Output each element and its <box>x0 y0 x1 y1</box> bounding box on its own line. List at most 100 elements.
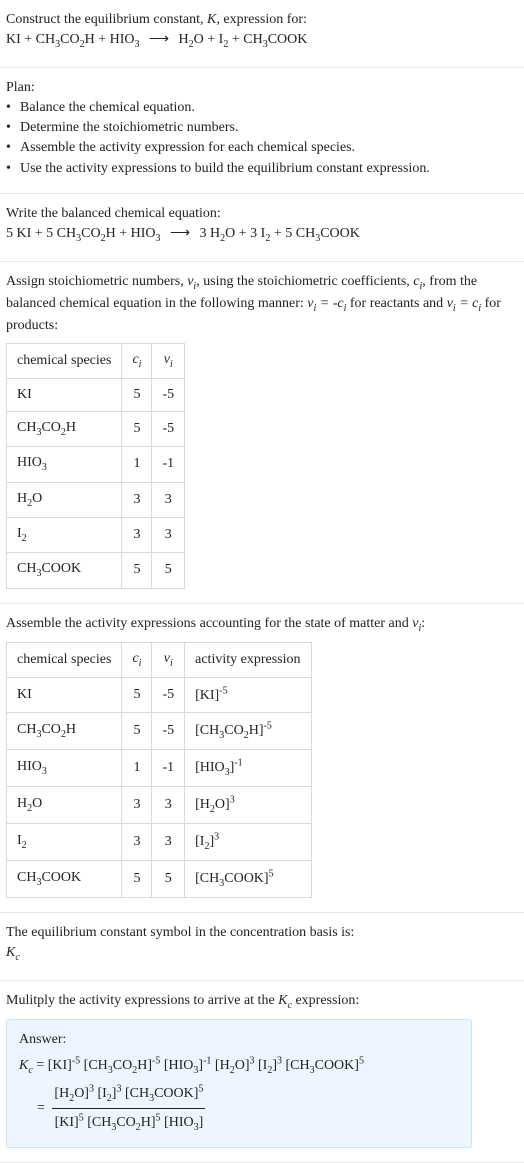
table-row: H2O33[H2O]3 <box>7 787 312 824</box>
cell-species: HIO3 <box>7 447 122 482</box>
cell-nu: 3 <box>152 824 185 861</box>
cell-species: CH3CO2H <box>7 713 122 750</box>
cell-species: H2O <box>7 482 122 517</box>
arrow-icon: ⟶ <box>143 32 175 47</box>
cell-species: CH3CO2H <box>7 412 122 447</box>
table-row: H2O33 <box>7 482 185 517</box>
plan-item-text: Determine the stoichiometric numbers. <box>20 118 239 138</box>
table-header-row: chemical species ci νi activity expressi… <box>7 642 312 677</box>
text: , expression for: <box>216 12 307 27</box>
eq-lhs: 5 KI + 5 CH3CO2H + HIO3 <box>6 226 160 241</box>
col-c: ci <box>122 642 152 677</box>
table-row: I233 <box>7 518 185 553</box>
text: : <box>421 616 425 631</box>
cell-species: CH3COOK <box>7 553 122 588</box>
table-row: CH3COOK55 <box>7 553 185 588</box>
cell-nu: -5 <box>152 378 185 411</box>
table-header-row: chemical species ci νi <box>7 343 185 378</box>
cell-species: KI <box>7 678 122 713</box>
construct-line: Construct the equilibrium constant, K, e… <box>6 10 518 30</box>
col-nu: νi <box>152 343 185 378</box>
cell-species: KI <box>7 378 122 411</box>
eq-rhs: H2O + I2 + CH3COOK <box>179 32 308 47</box>
cell-nu: -5 <box>152 412 185 447</box>
answer-terms: [KI]-5 [CH3CO2H]-5 [HIO3]-1 [H2O]3 [I2]3… <box>48 1058 364 1073</box>
cell-c: 3 <box>122 482 152 517</box>
cell-c: 5 <box>122 861 152 898</box>
table-row: KI5-5 <box>7 378 185 411</box>
bullet-icon: • <box>6 159 20 179</box>
var-Kc: Kc <box>19 1058 33 1073</box>
rel2: νi = ci <box>447 296 481 311</box>
cell-activity: [KI]-5 <box>185 678 311 713</box>
section-intro: Construct the equilibrium constant, K, e… <box>0 0 524 68</box>
balanced-intro: Write the balanced chemical equation: <box>6 204 518 224</box>
answer-eq-line2: = [H2O]3 [I2]3 [CH3COOK]5 [KI]5 [CH3CO2H… <box>19 1082 459 1135</box>
plan-item: •Use the activity expressions to build t… <box>6 159 518 179</box>
section-plan: Plan: •Balance the chemical equation.•De… <box>0 68 524 194</box>
table-row: CH3CO2H5-5[CH3CO2H]-5 <box>7 713 312 750</box>
col-c: ci <box>122 343 152 378</box>
equals: = <box>36 1058 47 1073</box>
cell-nu: 5 <box>152 553 185 588</box>
section-activity: Assemble the activity expressions accoun… <box>0 604 524 913</box>
table-row: HIO31-1 <box>7 447 185 482</box>
cell-nu: 3 <box>152 518 185 553</box>
var-nu: νi <box>187 274 196 289</box>
plan-title: Plan: <box>6 78 518 98</box>
plan-item: •Assemble the activity expression for ea… <box>6 138 518 158</box>
cell-nu: 5 <box>152 861 185 898</box>
col-species: chemical species <box>7 642 122 677</box>
var-Kc: Kc <box>278 993 292 1008</box>
cell-species: CH3COOK <box>7 861 122 898</box>
activity-table: chemical species ci νi activity expressi… <box>6 642 312 898</box>
text: Assemble the activity expressions accoun… <box>6 616 412 631</box>
cell-nu: 3 <box>152 482 185 517</box>
kc-symbol: Kc <box>6 943 518 965</box>
cell-species: H2O <box>7 787 122 824</box>
cell-nu: 3 <box>152 787 185 824</box>
cell-c: 3 <box>122 518 152 553</box>
text: , using the stoichiometric coefficients, <box>196 274 413 289</box>
cell-c: 1 <box>122 447 152 482</box>
cell-c: 1 <box>122 750 152 787</box>
cell-c: 5 <box>122 553 152 588</box>
section-assign: Assign stoichiometric numbers, νi, using… <box>0 262 524 604</box>
arrow-icon: ⟶ <box>164 226 196 241</box>
answer-label: Answer: <box>19 1030 459 1050</box>
section-kc-symbol: The equilibrium constant symbol in the c… <box>0 913 524 981</box>
answer-box: Answer: Kc = [KI]-5 [CH3CO2H]-5 [HIO3]-1… <box>6 1019 472 1148</box>
cell-activity: [I2]3 <box>185 824 311 861</box>
cell-c: 5 <box>122 713 152 750</box>
cell-activity: [H2O]3 <box>185 787 311 824</box>
text: Construct the equilibrium constant, <box>6 12 207 27</box>
col-nu: νi <box>152 642 185 677</box>
text: for reactants and <box>346 296 446 311</box>
assign-table: chemical species ci νi KI5-5CH3CO2H5-5HI… <box>6 343 185 589</box>
col-species: chemical species <box>7 343 122 378</box>
text: Mulitply the activity expressions to arr… <box>6 993 278 1008</box>
balanced-equation: 5 KI + 5 CH3CO2H + HIO3 ⟶ 3 H2O + 3 I2 +… <box>6 224 518 246</box>
multiply-intro: Mulitply the activity expressions to arr… <box>6 991 518 1013</box>
col-activity: activity expression <box>185 642 311 677</box>
text: Assign stoichiometric numbers, <box>6 274 187 289</box>
plan-item-text: Balance the chemical equation. <box>20 98 195 118</box>
cell-c: 3 <box>122 824 152 861</box>
var-nu: νi <box>412 616 421 631</box>
section-multiply: Mulitply the activity expressions to arr… <box>0 981 524 1163</box>
cell-activity: [CH3COOK]5 <box>185 861 311 898</box>
eq-lhs: KI + CH3CO2H + HIO3 <box>6 32 139 47</box>
plan-item-text: Assemble the activity expression for eac… <box>20 138 355 158</box>
bullet-icon: • <box>6 118 20 138</box>
cell-species: HIO3 <box>7 750 122 787</box>
var-K: K <box>207 12 216 27</box>
plan-item-text: Use the activity expressions to build th… <box>20 159 430 179</box>
plan-item: •Determine the stoichiometric numbers. <box>6 118 518 138</box>
cell-nu: -1 <box>152 750 185 787</box>
table-row: CH3CO2H5-5 <box>7 412 185 447</box>
bullet-icon: • <box>6 98 20 118</box>
assign-text: Assign stoichiometric numbers, νi, using… <box>6 272 518 337</box>
cell-c: 5 <box>122 678 152 713</box>
cell-c: 5 <box>122 412 152 447</box>
bullet-icon: • <box>6 138 20 158</box>
